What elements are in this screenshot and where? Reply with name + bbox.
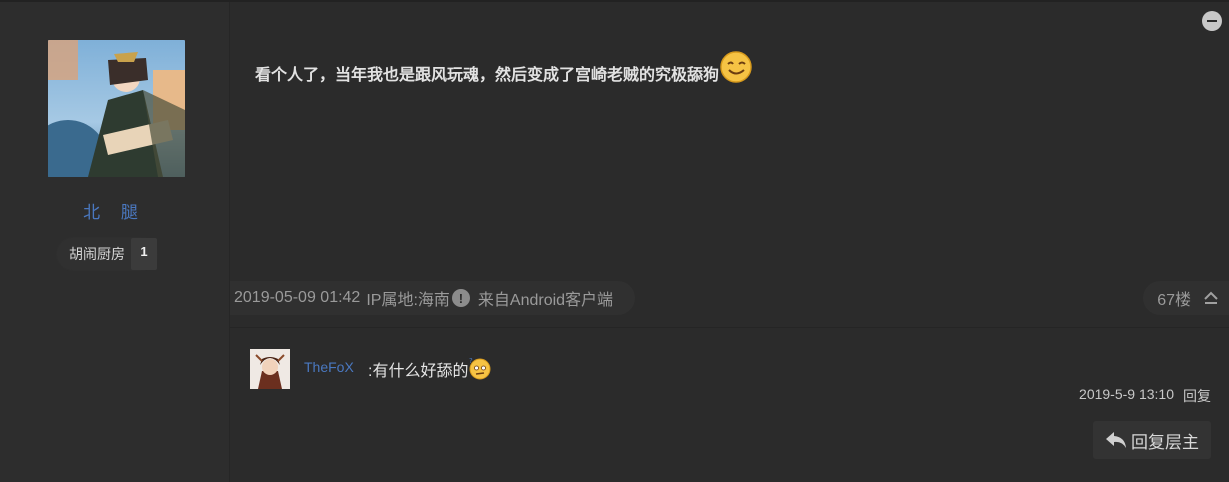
post-source: 来自Android客户端 xyxy=(477,292,614,309)
post-item: 北 腿 胡闹厨房 1 看个人了，当年我也是跟风玩魂，然后变成了宫崎老贼的究极舔狗… xyxy=(0,0,1229,482)
floor-indicator[interactable]: 67楼 xyxy=(1143,281,1229,315)
post-meta: 2019-05-09 01:42 IP属地:海南 ! 来自Android客户端 xyxy=(230,281,636,315)
comment-text: :有什么好舔的 ? xyxy=(368,356,492,385)
ip-location: IP属地:海南 xyxy=(366,292,450,309)
comment-username[interactable]: TheFoX xyxy=(304,359,354,375)
floor-number: 67楼 xyxy=(1157,292,1191,309)
badge-forum-name: 胡闹厨房 xyxy=(69,246,125,262)
reply-floor-button[interactable]: 回复层主 xyxy=(1093,421,1211,459)
svg-text:?: ? xyxy=(469,357,473,365)
puzzled-emoji-icon: ? xyxy=(468,356,492,385)
minus-circle-icon[interactable] xyxy=(1202,11,1222,31)
exclamation-circle-icon[interactable]: ! xyxy=(451,289,470,307)
comment-avatar[interactable] xyxy=(250,349,290,389)
author-column: 北 腿 胡闹厨房 1 xyxy=(0,2,230,482)
badge-level: 1 xyxy=(131,238,157,270)
author-name[interactable]: 北 腿 xyxy=(0,198,229,223)
post-content: 看个人了，当年我也是跟风玩魂，然后变成了宫崎老贼的究极舔狗 2019-05-09… xyxy=(230,2,1229,482)
author-avatar[interactable] xyxy=(48,40,185,177)
forum-level-badge[interactable]: 胡闹厨房 1 xyxy=(57,238,157,270)
post-body: 看个人了，当年我也是跟风玩魂，然后变成了宫崎老贼的究极舔狗 xyxy=(255,67,720,84)
chevron-up-icon[interactable] xyxy=(1203,291,1219,305)
smile-emoji-icon xyxy=(719,50,753,89)
post-text: 看个人了，当年我也是跟风玩魂，然后变成了宫崎老贼的究极舔狗 xyxy=(255,50,753,89)
reply-arrow-icon xyxy=(1106,432,1126,448)
post-time: 2019-05-09 01:42 xyxy=(234,289,361,306)
comment-item: TheFoX :有什么好舔的 ? 2019-5-9 13:10 回复 回复层主 xyxy=(230,328,1229,482)
comment-time: 2019-5-9 13:10 xyxy=(1079,386,1174,402)
comment-body: :有什么好舔的 xyxy=(368,363,469,380)
comment-reply-link[interactable]: 回复 xyxy=(1183,386,1211,406)
reply-floor-label: 回复层主 xyxy=(1131,432,1199,452)
